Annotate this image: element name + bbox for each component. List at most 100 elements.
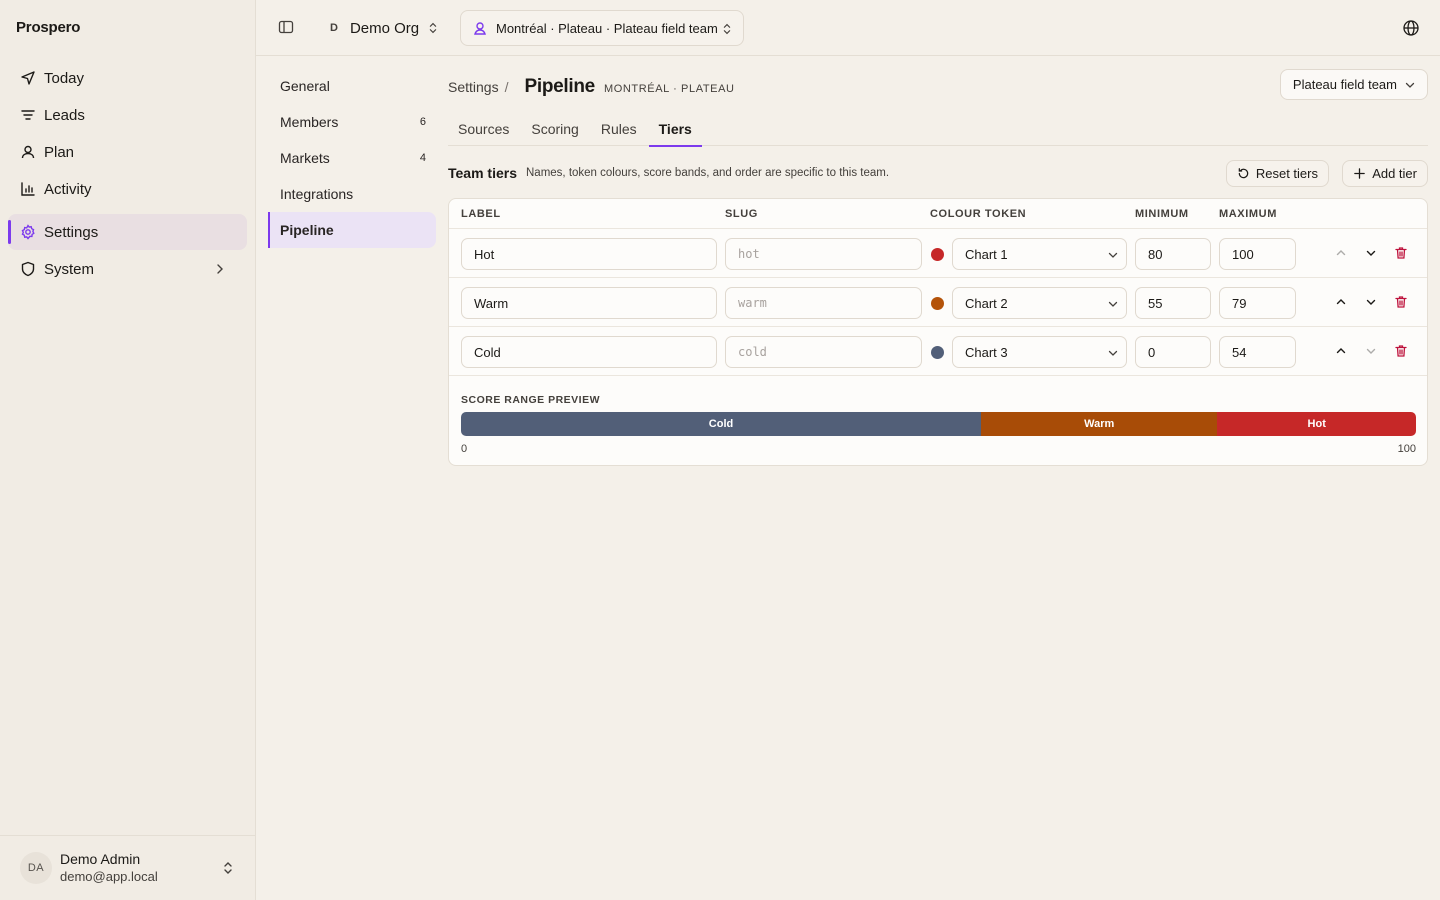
subnav-item-integrations[interactable]: Integrations: [268, 176, 436, 212]
sidebar-toggle-icon[interactable]: [278, 19, 294, 35]
sidebar: Prospero Today Leads Plan Activity Setti…: [0, 0, 256, 900]
sidebar-item-settings[interactable]: Settings: [8, 214, 247, 250]
tier-slug-input[interactable]: hot: [725, 238, 922, 270]
move-up-icon[interactable]: [1334, 246, 1348, 260]
user-menu[interactable]: DA Demo Admin demo@app.local: [0, 835, 255, 900]
chevron-updown-icon: [224, 862, 232, 874]
chevron-down-icon: [1108, 350, 1118, 356]
tab-scoring[interactable]: Scoring: [521, 112, 588, 146]
sidebar-item-system[interactable]: System: [8, 251, 247, 287]
user-email: demo@app.local: [60, 869, 158, 884]
topbar: D Demo Org Montréal · Plateau · Plateau …: [256, 0, 1440, 56]
column-slug: SLUG: [725, 208, 758, 220]
tier-maximum-input[interactable]: 79: [1219, 287, 1296, 319]
trash-icon[interactable]: [1394, 295, 1408, 309]
org-switcher[interactable]: D Demo Org: [330, 17, 439, 39]
sidebar-item-today[interactable]: Today: [8, 60, 247, 96]
page-subtitle: MONTRÉAL · PLATEAU: [603, 83, 735, 95]
subnav-item-general[interactable]: General: [268, 68, 436, 104]
sidebar-item-label: System: [44, 260, 95, 278]
subnav-item-pipeline[interactable]: Pipeline: [268, 212, 436, 248]
move-down-icon[interactable]: [1364, 344, 1378, 358]
section-description: Names, token colours, score bands, and o…: [526, 167, 890, 179]
scope-switcher[interactable]: Montréal · Plateau · Plateau field team: [460, 10, 744, 46]
column-label: LABEL: [461, 208, 501, 220]
reset-icon: [1238, 168, 1249, 179]
tab-tiers[interactable]: Tiers: [648, 112, 703, 147]
column-minimum: MINIMUM: [1135, 208, 1189, 220]
list-icon: [21, 110, 35, 120]
table-row: Cold cold Chart 3 0 54: [449, 327, 1427, 376]
settings-subnav: General Members 6 Markets 4 Integrations…: [268, 68, 436, 248]
move-down-icon[interactable]: [1364, 295, 1378, 309]
tier-maximum-input[interactable]: 100: [1219, 238, 1296, 270]
subnav-item-label: General: [280, 78, 330, 94]
tier-minimum-input[interactable]: 55: [1135, 287, 1211, 319]
tier-label-input[interactable]: Cold: [461, 336, 717, 368]
breadcrumb: Settings / Pipeline MONTRÉAL · PLATEAU: [448, 76, 735, 98]
sidebar-item-plan[interactable]: Plan: [8, 134, 247, 170]
move-up-icon[interactable]: [1334, 344, 1348, 358]
sidebar-item-label: Activity: [44, 180, 92, 198]
bar-chart-icon: [21, 182, 35, 196]
tier-label-input[interactable]: Hot: [461, 238, 717, 270]
add-tier-button[interactable]: Add tier: [1342, 160, 1428, 187]
sidebar-item-label: Today: [44, 69, 85, 87]
brand-logo: Prospero: [16, 19, 81, 36]
range-segment-warm: Warm: [981, 412, 1218, 436]
move-down-icon[interactable]: [1364, 246, 1378, 260]
add-tier-label: Add tier: [1372, 166, 1417, 181]
breadcrumb-settings[interactable]: Settings: [448, 79, 499, 95]
score-range-preview: SCORE RANGE PREVIEW Cold Warm Hot 0 100: [461, 394, 1416, 455]
tier-label-input[interactable]: Warm: [461, 287, 717, 319]
axis-min-label: 0: [461, 443, 468, 455]
breadcrumb-separator: /: [504, 79, 509, 95]
user-icon: [21, 145, 35, 159]
sidebar-item-label: Settings: [44, 223, 99, 241]
tab-rules[interactable]: Rules: [591, 112, 647, 146]
shield-icon: [21, 261, 35, 277]
subnav-item-label: Markets: [280, 150, 330, 166]
column-colour-token: COLOUR TOKEN: [930, 208, 1027, 220]
send-icon: [21, 71, 35, 85]
tier-slug-input[interactable]: cold: [725, 336, 922, 368]
sidebar-nav: Today Leads Plan Activity Settings Syste…: [8, 60, 247, 288]
reset-tiers-button[interactable]: Reset tiers: [1225, 160, 1329, 187]
colour-token-select[interactable]: Chart 2: [952, 287, 1127, 319]
scope-label: Montréal · Plateau · Plateau field team: [496, 20, 718, 36]
range-segment-cold: Cold: [461, 412, 982, 436]
column-maximum: MAXIMUM: [1219, 208, 1277, 220]
tier-slug-input[interactable]: warm: [725, 287, 922, 319]
range-bar: Cold Warm Hot: [461, 412, 1416, 436]
tiers-card: LABEL SLUG COLOUR TOKEN MINIMUM MAXIMUM …: [448, 198, 1428, 466]
tabs: Sources Scoring Rules Tiers: [448, 112, 1428, 147]
org-initial: D: [330, 22, 338, 34]
move-up-icon[interactable]: [1334, 295, 1348, 309]
tier-maximum-input[interactable]: 54: [1219, 336, 1296, 368]
trash-icon[interactable]: [1394, 246, 1408, 260]
team-select[interactable]: Plateau field team: [1279, 69, 1428, 100]
colour-token-select[interactable]: Chart 1: [952, 238, 1127, 270]
subnav-item-markets[interactable]: Markets 4: [268, 140, 436, 176]
sidebar-item-leads[interactable]: Leads: [8, 97, 247, 133]
sidebar-item-activity[interactable]: Activity: [8, 171, 247, 207]
chevron-updown-icon: [429, 22, 437, 34]
chevron-down-icon: [1405, 82, 1415, 88]
subnav-item-label: Integrations: [280, 186, 354, 202]
gear-icon: [21, 224, 35, 240]
subnav-item-label: Members: [280, 114, 339, 130]
section-title: Team tiers: [448, 165, 517, 181]
tier-minimum-input[interactable]: 0: [1135, 336, 1211, 368]
tier-minimum-input[interactable]: 80: [1135, 238, 1211, 270]
axis-max-label: 100: [1397, 443, 1416, 455]
subnav-item-label: Pipeline: [280, 222, 334, 238]
globe-icon[interactable]: [1402, 19, 1420, 37]
trash-icon[interactable]: [1394, 344, 1408, 358]
chevron-down-icon: [1108, 301, 1118, 307]
subnav-item-members[interactable]: Members 6: [268, 104, 436, 140]
colour-token-value: Chart 3: [965, 344, 1008, 360]
count-badge: 4: [419, 152, 426, 164]
colour-token-select[interactable]: Chart 3: [952, 336, 1127, 368]
tab-sources[interactable]: Sources: [448, 112, 519, 146]
preview-label: SCORE RANGE PREVIEW: [461, 394, 601, 406]
